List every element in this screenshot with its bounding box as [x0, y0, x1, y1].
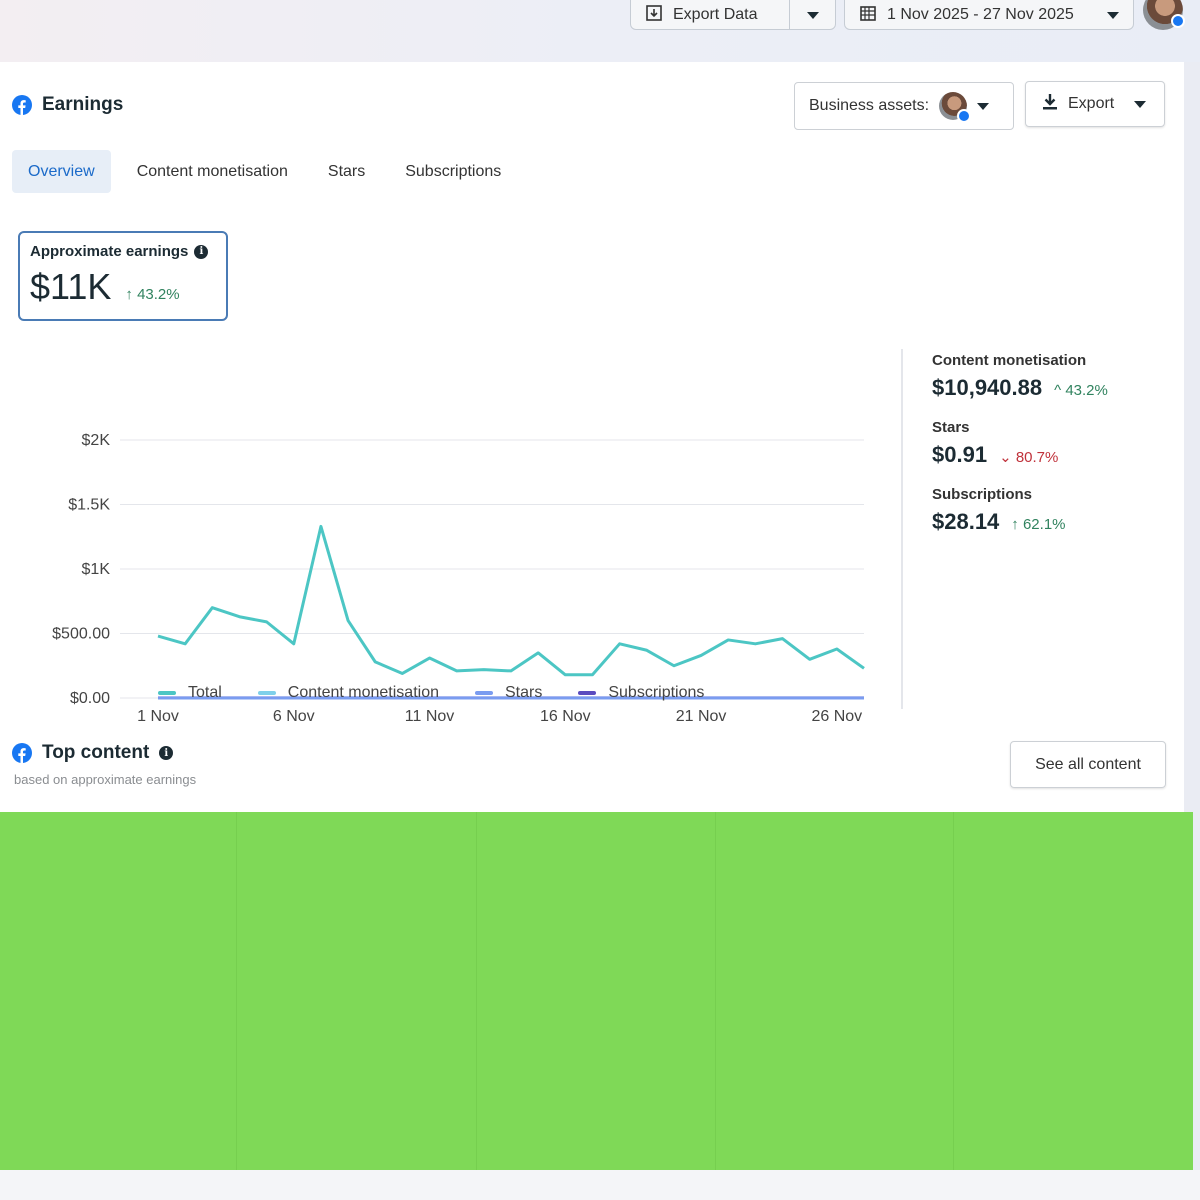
y-tick-label: $2K — [82, 432, 111, 449]
chevron-up-icon: ^ — [1054, 382, 1062, 399]
earnings-panel: Earnings Business assets: Export Overvie… — [0, 62, 1184, 822]
x-tick-label: 11 Nov — [405, 708, 455, 722]
top-content-header: Top content i — [12, 742, 174, 764]
business-assets-label: Business assets: — [809, 97, 930, 114]
approximate-earnings-label: Approximate earnings — [30, 243, 189, 260]
legend-swatch — [475, 691, 493, 695]
earnings-tabs: Overview Content monetisation Stars Subs… — [12, 150, 525, 193]
approximate-earnings-card[interactable]: Approximate earnings i $11K ↑ 43.2% — [18, 231, 228, 321]
export-data-dropdown-button[interactable] — [789, 0, 835, 29]
chart-legend: Total Content monetisation Stars Subscri… — [158, 684, 740, 702]
y-tick-label: $1.5K — [68, 497, 110, 514]
date-range-picker[interactable]: 1 Nov 2025 - 27 Nov 2025 — [844, 0, 1134, 30]
y-tick-label: $500.00 — [52, 626, 110, 643]
breakdown-amount: $28.14 — [932, 509, 1000, 534]
date-range-text: 1 Nov 2025 - 27 Nov 2025 — [887, 6, 1074, 23]
facebook-icon — [12, 743, 32, 763]
info-icon[interactable]: i — [159, 746, 174, 760]
legend-label: Stars — [505, 684, 543, 701]
top-content-subtitle: based on approximate earnings — [14, 772, 197, 787]
download-box-icon — [645, 4, 663, 27]
x-tick-label: 6 Nov — [273, 708, 315, 722]
breakdown-amount: $10,940.88 — [932, 375, 1043, 400]
caret-down-icon — [977, 102, 990, 110]
caret-down-icon — [1107, 11, 1119, 19]
business-assets-selector[interactable]: Business assets: — [794, 82, 1014, 130]
see-all-content-button[interactable]: See all content — [1010, 741, 1166, 788]
x-tick-label: 16 Nov — [540, 708, 591, 722]
earnings-line-chart: $0.00 $500.00 $1K $1.5K $2K 1 Nov 6 Nov 11 Nov 1… — [52, 432, 865, 725]
breakdown-name: Subscriptions — [932, 486, 1033, 503]
tab-overview[interactable]: Overview — [12, 150, 111, 193]
up-arrow-icon: ↑ — [125, 286, 133, 303]
download-icon — [1042, 93, 1058, 116]
series-line-total[interactable] — [157, 524, 865, 677]
legend-swatch — [158, 691, 176, 695]
breakdown-change: 62.1% — [1022, 516, 1066, 533]
y-tick-label: $1K — [82, 561, 111, 578]
y-tick-label: $0.00 — [70, 690, 110, 707]
facebook-badge-icon — [1171, 14, 1185, 28]
legend-label: Subscriptions — [608, 684, 705, 701]
chevron-down-icon: ⌄ — [999, 449, 1012, 466]
legend-item-total[interactable]: Total — [158, 684, 222, 702]
earnings-title: Earnings — [42, 94, 124, 115]
export-button[interactable]: Export — [1025, 81, 1165, 127]
legend-item-content-monetisation[interactable]: Content monetisation — [257, 684, 439, 702]
export-data-button[interactable]: Export Data — [631, 0, 789, 29]
breakdown-content-monetisation: Content monetisation $10,940.88 ^ 43.2% — [932, 352, 1172, 401]
breakdown-name: Stars — [932, 419, 970, 436]
bottom-strip — [0, 1170, 1200, 1200]
business-asset-avatar — [939, 92, 972, 123]
facebook-icon — [12, 95, 32, 115]
content-tile[interactable] — [477, 812, 716, 1170]
top-content-title: Top content — [42, 742, 150, 763]
breakdown-change: 80.7% — [1015, 449, 1059, 466]
tab-stars[interactable]: Stars — [312, 150, 381, 193]
earnings-breakdown: Content monetisation $10,940.88 ^ 43.2% … — [932, 352, 1172, 553]
export-label: Export — [1068, 95, 1115, 112]
legend-swatch — [578, 691, 597, 695]
export-data-button-group: Export Data — [630, 0, 836, 30]
x-tick-label: 21 Nov — [676, 708, 727, 722]
approximate-earnings-value: $11K — [30, 266, 112, 307]
content-tile[interactable] — [954, 812, 1193, 1170]
tab-content-monetisation[interactable]: Content monetisation — [121, 150, 304, 193]
x-tick-label: 26 Nov — [811, 708, 862, 722]
x-tick-label: 1 Nov — [137, 708, 179, 722]
legend-item-stars[interactable]: Stars — [475, 684, 542, 702]
legend-item-subscriptions[interactable]: Subscriptions — [578, 684, 704, 702]
earnings-chart: $0.00 $500.00 $1K $1.5K $2K 1 Nov 6 Nov 11 Nov 1… — [0, 352, 900, 725]
profile-avatar[interactable] — [1143, 0, 1185, 30]
breakdown-change: 43.2% — [1065, 382, 1108, 399]
legend-label: Content monetisation — [287, 684, 439, 701]
legend-label: Total — [188, 684, 222, 701]
export-data-label: Export Data — [673, 6, 758, 23]
earnings-header: Earnings — [12, 94, 123, 116]
approximate-earnings-change: 43.2% — [137, 286, 180, 303]
top-bar: Export Data 1 Nov 2025 - 27 Nov 2025 — [0, 0, 1200, 62]
top-content-redacted-area — [0, 812, 1193, 1170]
info-icon[interactable]: i — [194, 244, 209, 259]
up-arrow-icon: ↑ — [1011, 516, 1019, 533]
breakdown-name: Content monetisation — [932, 352, 1087, 369]
content-tile[interactable] — [716, 812, 954, 1170]
facebook-badge-icon — [957, 109, 972, 123]
breakdown-subscriptions: Subscriptions $28.14 ↑ 62.1% — [932, 486, 1172, 535]
calendar-icon — [859, 4, 877, 27]
breakdown-amount: $0.91 — [932, 442, 988, 467]
content-tile[interactable] — [0, 812, 237, 1170]
caret-down-icon — [806, 11, 819, 19]
content-tile[interactable] — [237, 812, 477, 1170]
vertical-divider — [901, 349, 903, 709]
legend-swatch — [257, 691, 276, 695]
breakdown-stars: Stars $0.91 ⌄ 80.7% — [932, 419, 1172, 468]
tab-subscriptions[interactable]: Subscriptions — [389, 150, 517, 193]
caret-down-icon — [1134, 100, 1147, 108]
